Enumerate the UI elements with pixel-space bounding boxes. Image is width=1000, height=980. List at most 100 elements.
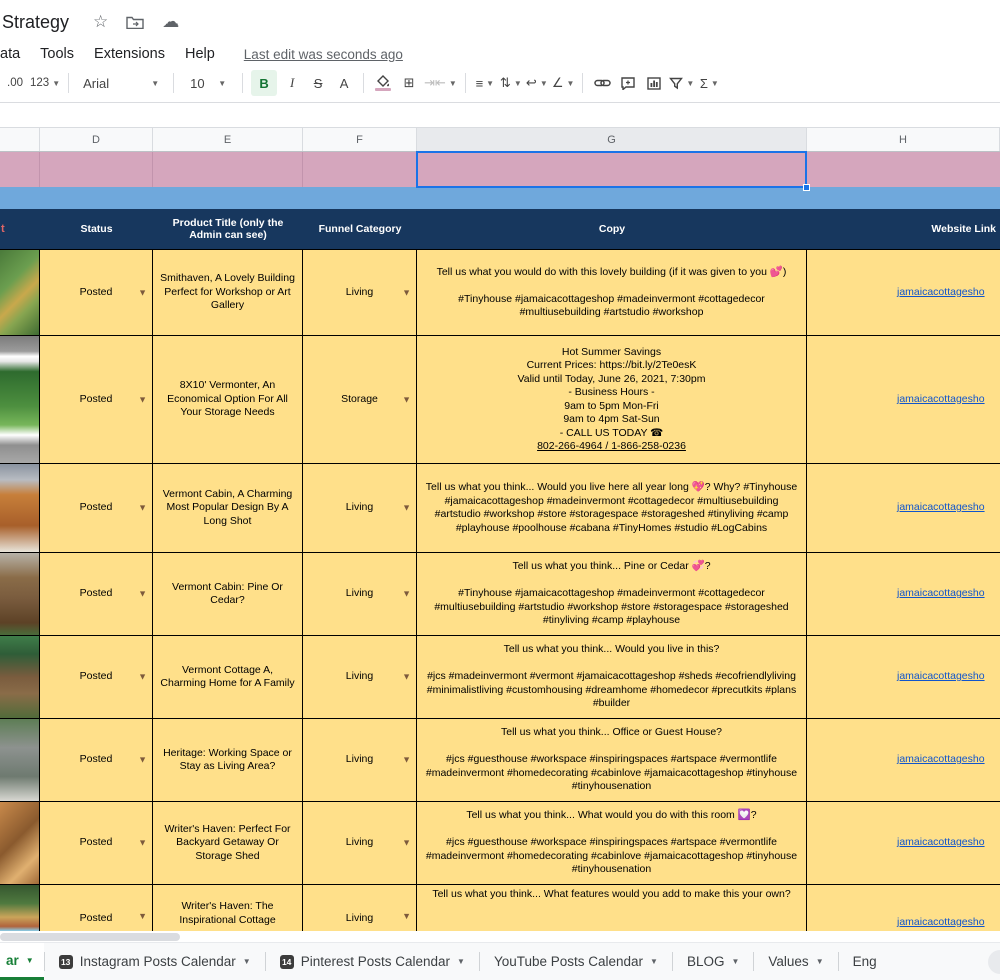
column-header-f[interactable]: F xyxy=(303,128,417,151)
status-cell[interactable]: Posted▼ xyxy=(40,719,153,801)
text-rotation-button[interactable]: ∠▼ xyxy=(552,70,575,96)
status-cell[interactable]: Posted▼ xyxy=(40,464,153,552)
dropdown-arrow-icon[interactable]: ▼ xyxy=(402,910,411,924)
website-link[interactable]: jamaicacottagesho xyxy=(897,836,985,850)
tab-menu-arrow-icon[interactable]: ▼ xyxy=(26,956,34,965)
dropdown-arrow-icon[interactable]: ▼ xyxy=(402,753,411,767)
last-edit-link[interactable]: Last edit was seconds ago xyxy=(244,47,403,62)
dropdown-arrow-icon[interactable]: ▼ xyxy=(138,587,147,601)
dropdown-arrow-icon[interactable]: ▼ xyxy=(138,910,147,924)
row-photo-cell[interactable] xyxy=(0,636,40,718)
product-title-cell[interactable]: Writer's Haven: Perfect For Backyard Get… xyxy=(153,802,303,884)
category-cell[interactable]: Living▼ xyxy=(303,464,417,552)
italic-button[interactable]: I xyxy=(281,70,303,96)
row-photo-cell[interactable] xyxy=(0,464,40,552)
pink-cell[interactable] xyxy=(153,152,303,187)
website-link[interactable]: jamaicacottagesho xyxy=(897,286,985,300)
star-icon[interactable]: ☆ xyxy=(93,12,108,32)
dropdown-arrow-icon[interactable]: ▼ xyxy=(402,587,411,601)
pink-cell[interactable] xyxy=(807,152,1000,187)
product-title-cell[interactable]: Vermont Cabin: Pine Or Cedar? xyxy=(153,553,303,635)
cloud-status-icon[interactable]: ☁✓ xyxy=(162,12,179,32)
bold-button[interactable]: B xyxy=(251,70,277,96)
horizontal-align-button[interactable]: ≡▼ xyxy=(474,70,496,96)
dropdown-arrow-icon[interactable]: ▼ xyxy=(138,670,147,684)
status-cell[interactable]: Posted▼ xyxy=(40,553,153,635)
text-color-button[interactable]: A xyxy=(333,70,355,96)
category-cell[interactable]: Storage▼ xyxy=(303,336,417,463)
website-link-cell[interactable]: jamaicacottagesho xyxy=(807,464,1000,552)
copy-cell[interactable]: Hot Summer Savings Current Prices: https… xyxy=(417,336,807,463)
category-cell[interactable]: Living▼ xyxy=(303,719,417,801)
website-link[interactable]: jamaicacottagesho xyxy=(897,393,985,407)
dropdown-arrow-icon[interactable]: ▼ xyxy=(402,286,411,300)
website-link[interactable]: jamaicacottagesho xyxy=(897,670,985,684)
tab-menu-arrow-icon[interactable]: ▼ xyxy=(650,957,658,966)
horizontal-scrollbar-thumb[interactable] xyxy=(0,933,180,941)
status-cell[interactable]: Posted▼ xyxy=(40,885,153,931)
row-photo-cell[interactable] xyxy=(0,719,40,801)
website-link-cell[interactable]: jamaicacottagesho xyxy=(807,885,1000,931)
tab-scroll-button[interactable] xyxy=(988,950,1000,974)
dropdown-arrow-icon[interactable]: ▼ xyxy=(402,501,411,515)
website-link[interactable]: jamaicacottagesho xyxy=(897,587,985,601)
website-link-cell[interactable]: jamaicacottagesho xyxy=(807,336,1000,463)
website-link[interactable]: jamaicacottagesho xyxy=(897,916,985,930)
fill-color-button[interactable] xyxy=(372,70,394,96)
website-link-cell[interactable]: jamaicacottagesho xyxy=(807,719,1000,801)
dropdown-arrow-icon[interactable]: ▼ xyxy=(138,753,147,767)
sheet-tab-instagram[interactable]: 13 Instagram Posts Calendar ▼ xyxy=(45,943,265,980)
header-product-title[interactable]: Product Title (only the Admin can see) xyxy=(153,209,303,249)
vertical-align-button[interactable]: ⇅▼ xyxy=(500,70,522,96)
borders-button[interactable]: ⊞ xyxy=(398,70,420,96)
copy-cell[interactable]: Tell us what you think... Pine or Cedar … xyxy=(417,553,807,635)
product-title-cell[interactable]: Heritage: Working Space or Stay as Livin… xyxy=(153,719,303,801)
dropdown-arrow-icon[interactable]: ▼ xyxy=(402,670,411,684)
column-header-e[interactable]: E xyxy=(153,128,303,151)
product-title-cell[interactable]: 8X10' Vermonter, An Economical Option Fo… xyxy=(153,336,303,463)
blue-band-row[interactable] xyxy=(0,187,1000,209)
active-sheet-tab[interactable]: ar ▼ xyxy=(0,943,44,980)
row-photo-cell[interactable] xyxy=(0,553,40,635)
website-link-cell[interactable]: jamaicacottagesho xyxy=(807,636,1000,718)
dropdown-arrow-icon[interactable]: ▼ xyxy=(138,836,147,850)
dropdown-arrow-icon[interactable]: ▼ xyxy=(402,836,411,850)
row-photo-cell[interactable] xyxy=(0,885,40,931)
tab-menu-arrow-icon[interactable]: ▼ xyxy=(457,957,465,966)
row-photo-cell[interactable] xyxy=(0,802,40,884)
tab-menu-arrow-icon[interactable]: ▼ xyxy=(731,957,739,966)
category-cell[interactable]: Living▼ xyxy=(303,553,417,635)
status-cell[interactable]: Posted▼ xyxy=(40,250,153,335)
dropdown-arrow-icon[interactable]: ▼ xyxy=(138,501,147,515)
website-link[interactable]: jamaicacottagesho xyxy=(897,753,985,767)
header-status[interactable]: Status xyxy=(40,209,153,249)
move-to-folder-icon[interactable] xyxy=(126,15,144,29)
number-format-button[interactable]: 123▼ xyxy=(30,70,60,96)
tab-menu-arrow-icon[interactable]: ▼ xyxy=(816,957,824,966)
dropdown-arrow-icon[interactable]: ▼ xyxy=(138,393,147,407)
selected-cell-g[interactable] xyxy=(417,152,807,187)
column-header-h[interactable]: H xyxy=(807,128,1000,151)
menu-item-help[interactable]: Help xyxy=(180,46,220,62)
sheet-tab-clipped[interactable]: Eng xyxy=(839,943,891,980)
pink-cell[interactable] xyxy=(40,152,153,187)
header-website-link[interactable]: Website Link xyxy=(807,209,1000,249)
tab-menu-arrow-icon[interactable]: ▼ xyxy=(243,957,251,966)
category-cell[interactable]: Living▼ xyxy=(303,802,417,884)
font-size-select[interactable]: 10▼ xyxy=(182,70,234,96)
category-cell[interactable]: Living▼ xyxy=(303,250,417,335)
menu-item-extensions[interactable]: Extensions xyxy=(89,46,170,62)
sheet-tab-youtube[interactable]: YouTube Posts Calendar ▼ xyxy=(480,943,672,980)
product-title-cell[interactable]: Smithaven, A Lovely Building Perfect for… xyxy=(153,250,303,335)
copy-cell[interactable]: Tell us what you think... What would you… xyxy=(417,802,807,884)
product-title-cell[interactable]: Vermont Cabin, A Charming Most Popular D… xyxy=(153,464,303,552)
document-title[interactable]: Strategy xyxy=(2,12,69,33)
insert-chart-button[interactable] xyxy=(643,70,665,96)
website-link-cell[interactable]: jamaicacottagesho xyxy=(807,250,1000,335)
text-wrap-button[interactable]: ↩▼ xyxy=(526,70,548,96)
website-link-cell[interactable]: jamaicacottagesho xyxy=(807,553,1000,635)
column-header-d[interactable]: D xyxy=(40,128,153,151)
copy-cell[interactable]: Tell us what you think... Would you live… xyxy=(417,464,807,552)
product-title-cell[interactable]: Vermont Cottage A, Charming Home for A F… xyxy=(153,636,303,718)
website-link-cell[interactable]: jamaicacottagesho xyxy=(807,802,1000,884)
